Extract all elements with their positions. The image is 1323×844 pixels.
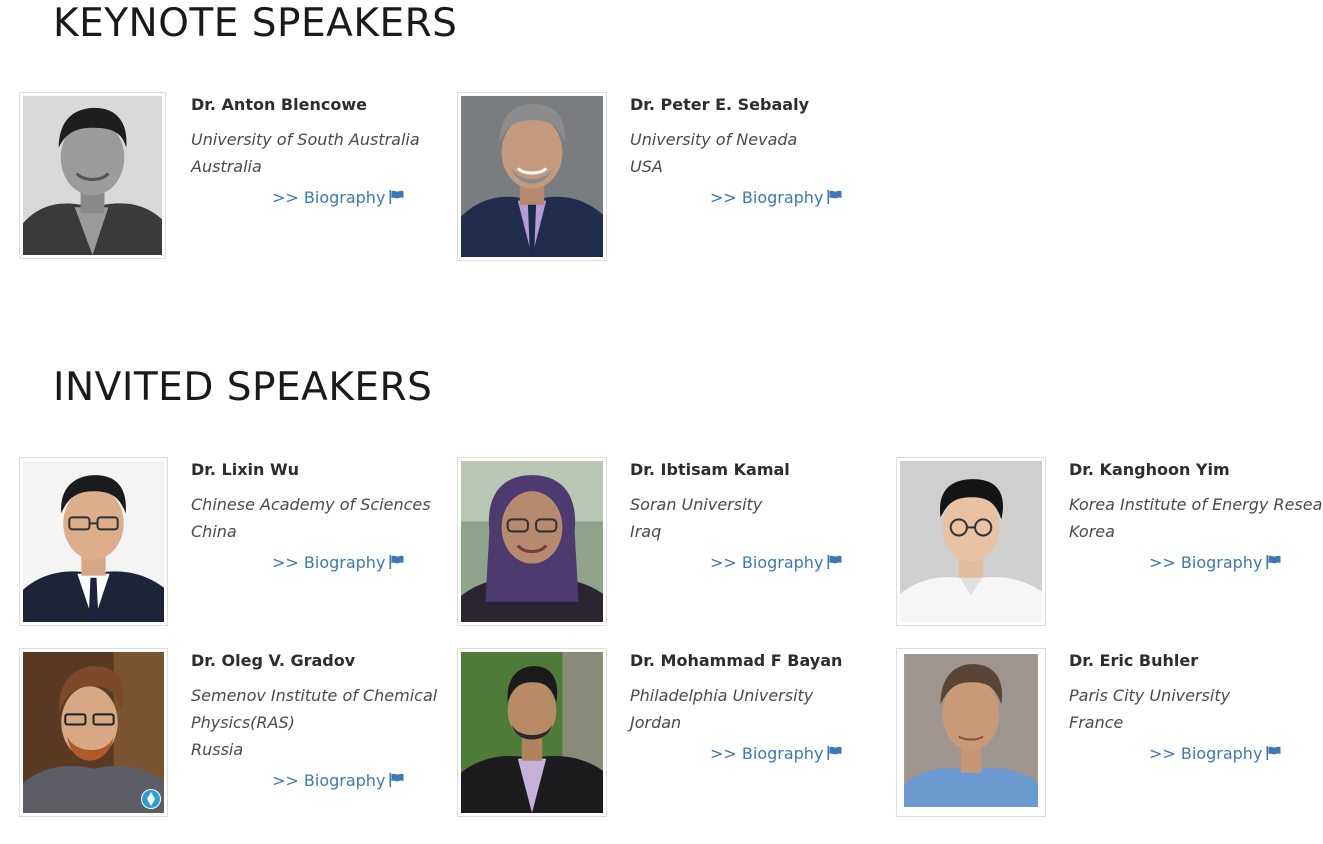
speaker-affiliation: University of Nevada USA bbox=[630, 126, 880, 180]
speaker-affiliation: Chinese Academy of Sciences China bbox=[191, 491, 441, 545]
speaker-institution: Paris City University bbox=[1069, 686, 1231, 705]
biography-link[interactable]: >> Biography bbox=[272, 553, 404, 572]
speaker-country: Russia bbox=[191, 740, 244, 759]
speaker-photo bbox=[23, 96, 162, 255]
speaker-photo bbox=[900, 652, 1042, 813]
speaker-affiliation: Korea Institute of Energy Research Korea bbox=[1069, 491, 1323, 545]
speaker-name: Dr. Oleg V. Gradov bbox=[191, 651, 356, 670]
speaker-country: Jordan bbox=[630, 713, 682, 732]
biography-link[interactable]: >> Biography bbox=[272, 188, 404, 207]
biography-link-label: >> Biography bbox=[1149, 553, 1263, 572]
speaker-photo bbox=[23, 652, 164, 813]
speaker-card: Dr. Kanghoon Yim Korea Institute of Ener… bbox=[896, 457, 1323, 627]
biography-link[interactable]: >> Biography bbox=[710, 553, 842, 572]
speaker-institution: Physics(RAS) bbox=[191, 713, 295, 732]
speaker-name: Dr. Kanghoon Yim bbox=[1069, 460, 1230, 479]
speaker-photo bbox=[461, 652, 603, 813]
biography-link[interactable]: >> Biography bbox=[1149, 744, 1281, 763]
speaker-photo-frame bbox=[457, 457, 607, 626]
speaker-photo bbox=[461, 461, 603, 622]
speaker-institution: Soran University bbox=[630, 495, 763, 514]
biography-link-label: >> Biography bbox=[710, 188, 824, 207]
speaker-photo bbox=[23, 461, 164, 622]
speaker-photo-frame bbox=[896, 457, 1046, 626]
speaker-card: Dr. Anton Blencowe University of South A… bbox=[19, 92, 449, 262]
speaker-photo bbox=[461, 96, 603, 257]
speaker-name: Dr. Eric Buhler bbox=[1069, 651, 1199, 670]
speaker-institution: Korea Institute of Energy Research bbox=[1069, 495, 1323, 514]
speaker-name: Dr. Anton Blencowe bbox=[191, 95, 367, 114]
speaker-country: France bbox=[1069, 713, 1124, 732]
biography-link-label: >> Biography bbox=[710, 553, 824, 572]
speaker-card: Dr. Lixin Wu Chinese Academy of Sciences… bbox=[19, 457, 449, 627]
biography-link-label: >> Biography bbox=[1149, 744, 1263, 763]
speaker-photo-frame bbox=[896, 648, 1046, 817]
flag-icon bbox=[827, 190, 842, 204]
speaker-name: Dr. Ibtisam Kamal bbox=[630, 460, 790, 479]
speaker-institution: University of South Australia bbox=[191, 130, 420, 149]
speaker-institution: Philadelphia University bbox=[630, 686, 814, 705]
speaker-card: Dr. Oleg V. Gradov Semenov Institute of … bbox=[19, 648, 449, 818]
speaker-affiliation: Semenov Institute of Chemical Physics(RA… bbox=[191, 682, 441, 763]
flag-icon bbox=[1266, 746, 1281, 760]
speaker-affiliation: Soran University Iraq bbox=[630, 491, 880, 545]
biography-link-label: >> Biography bbox=[272, 188, 386, 207]
biography-link[interactable]: >> Biography bbox=[1149, 553, 1281, 572]
flag-icon bbox=[389, 555, 404, 569]
speaker-photo-frame bbox=[19, 92, 166, 259]
speaker-institution: Semenov Institute of Chemical bbox=[191, 686, 438, 705]
flag-icon bbox=[827, 555, 842, 569]
speaker-affiliation: Philadelphia University Jordan bbox=[630, 682, 880, 736]
speaker-institution: University of Nevada bbox=[630, 130, 798, 149]
speaker-photo-frame bbox=[19, 648, 168, 817]
speaker-country: Australia bbox=[191, 157, 262, 176]
speaker-country: USA bbox=[630, 157, 663, 176]
speaker-card: Dr. Eric Buhler Paris City University Fr… bbox=[896, 648, 1323, 818]
biography-link-label: >> Biography bbox=[710, 744, 824, 763]
speaker-affiliation: Paris City University France bbox=[1069, 682, 1319, 736]
speaker-affiliation: University of South Australia Australia bbox=[191, 126, 441, 180]
invited-speakers-heading: INVITED SPEAKERS bbox=[53, 365, 433, 410]
speaker-photo-frame bbox=[19, 457, 168, 626]
speaker-country: Iraq bbox=[630, 522, 662, 541]
flag-icon bbox=[827, 746, 842, 760]
speaker-name: Dr. Lixin Wu bbox=[191, 460, 300, 479]
biography-link[interactable]: >> Biography bbox=[710, 744, 842, 763]
biography-link-label: >> Biography bbox=[272, 771, 386, 790]
biography-link[interactable]: >> Biography bbox=[272, 771, 404, 790]
speaker-card: Dr. Mohammad F Bayan Philadelphia Univer… bbox=[457, 648, 887, 818]
verified-badge-icon bbox=[141, 789, 161, 809]
speaker-country: Korea bbox=[1069, 522, 1115, 541]
flag-icon bbox=[389, 190, 404, 204]
flag-icon bbox=[389, 773, 404, 787]
speaker-card: Dr. Ibtisam Kamal Soran University Iraq … bbox=[457, 457, 887, 627]
speaker-name: Dr. Peter E. Sebaaly bbox=[630, 95, 809, 114]
speaker-photo bbox=[900, 461, 1042, 622]
speaker-photo-frame bbox=[457, 92, 607, 261]
speaker-institution: Chinese Academy of Sciences bbox=[191, 495, 431, 514]
biography-link[interactable]: >> Biography bbox=[710, 188, 842, 207]
speaker-card: Dr. Peter E. Sebaaly University of Nevad… bbox=[457, 92, 887, 262]
speaker-photo-frame bbox=[457, 648, 607, 817]
flag-icon bbox=[1266, 555, 1281, 569]
speaker-country: China bbox=[191, 522, 237, 541]
biography-link-label: >> Biography bbox=[272, 553, 386, 572]
speaker-name: Dr. Mohammad F Bayan bbox=[630, 651, 843, 670]
keynote-speakers-heading: KEYNOTE SPEAKERS bbox=[53, 1, 458, 46]
